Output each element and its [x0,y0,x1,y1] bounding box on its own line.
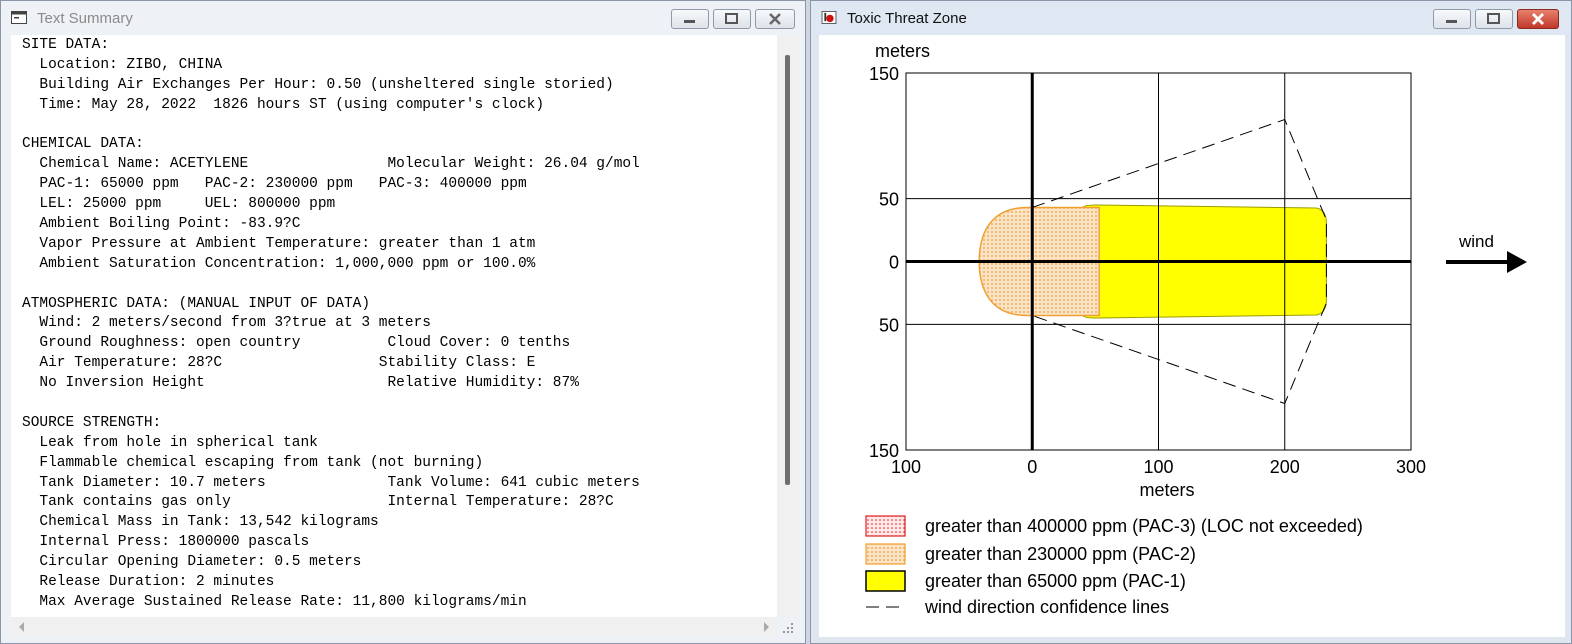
vertical-scrollbar[interactable] [777,35,797,617]
summary-line: Leak from hole in spherical tank [22,434,318,451]
legend-swatch-pac3 [865,515,906,537]
y-tick-label: 150 [869,441,899,461]
wind-label: wind [1458,232,1494,251]
summary-line: SOURCE STRENGTH: [22,414,162,431]
resize-grip-icon[interactable] [781,621,795,635]
minimize-button[interactable] [1433,9,1471,29]
summary-line [22,394,777,414]
title-bar[interactable]: Toxic Threat Zone [811,1,1571,35]
summary-line: Vapor Pressure at Ambient Temperature: g… [22,235,536,252]
summary-line: Time: May 28, 2022 1826 hours ST (using … [22,96,545,113]
close-button[interactable] [1517,9,1559,29]
summary-line: CHEMICAL DATA: [22,136,144,153]
summary-line: PAC-1: 65000 ppm PAC-2: 230000 ppm PAC-3… [22,176,527,193]
window-app-icon [11,11,27,24]
summary-line: ATMOSPHERIC DATA: (MANUAL INPUT OF DATA) [22,295,371,312]
y-tick-label: 50 [879,315,899,335]
horizontal-scrollbar[interactable] [11,617,777,637]
legend-label: greater than 230000 ppm (PAC-2) [925,544,1196,564]
summary-line: Ambient Saturation Concentration: 1,000,… [22,255,536,272]
threat-zone-app-icon [821,11,837,24]
legend-label: greater than 400000 ppm (PAC-3) (LOC not… [925,516,1363,536]
summary-line: Tank Diameter: 10.7 meters Tank Volume: … [22,474,640,491]
summary-line: Release Duration: 2 minutes [22,574,275,591]
summary-line: Wind: 2 meters/second from 3?true at 3 m… [22,315,431,332]
scroll-left-arrow-icon[interactable] [19,622,24,632]
maximize-button[interactable] [713,9,751,29]
x-axis-label: meters [1139,480,1194,500]
summary-line: Max Average Sustained Release Rate: 11,8… [22,593,527,610]
summary-line: Chemical Name: ACETYLENE Molecular Weigh… [22,156,640,173]
y-tick-label: 50 [879,190,899,210]
summary-line: Internal Press: 1800000 pascals [22,534,310,551]
summary-text: SITE DATA: Location: ZIBO, CHINA Buildin… [11,35,777,613]
window-title: Toxic Threat Zone [847,10,967,27]
summary-line: SITE DATA: [22,37,110,53]
window-title: Text Summary [37,10,133,27]
title-bar[interactable]: Text Summary [1,1,805,35]
summary-line: Circular Opening Diameter: 0.5 meters [22,554,362,571]
y-axis-label: meters [875,41,930,61]
summary-line [22,275,777,295]
scrollbar-thumb[interactable] [785,55,790,485]
summary-line: Ground Roughness: open country Cloud Cov… [22,335,571,352]
text-summary-window: Text Summary SITE DATA: Location: ZIBO, … [0,0,806,644]
toxic-threat-zone-window: Toxic Threat Zone meters meters 100 0 10… [810,0,1572,644]
summary-line: Air Temperature: 28?C Stability Class: E [22,355,536,372]
summary-line: Location: ZIBO, CHINA [22,56,223,73]
scroll-right-arrow-icon[interactable] [764,622,769,632]
summary-line: Building Air Exchanges Per Hour: 0.50 (u… [22,76,614,93]
legend-swatch-pac2 [865,543,906,565]
x-tick-label: 0 [1027,457,1037,477]
summary-line: LEL: 25000 ppm UEL: 800000 ppm [22,196,336,213]
legend-swatch-pac1 [865,570,906,592]
legend-label: greater than 65000 ppm (PAC-1) [925,571,1186,591]
minimize-button[interactable] [671,9,709,29]
wind-arrow-icon [1507,251,1527,273]
x-tick-label: 300 [1396,457,1426,477]
threat-zone-plot-area: meters meters 100 0 100 200 300 150 50 0 50 150 wind… [819,35,1565,637]
summary-line [22,116,777,136]
legend-label: wind direction confidence lines [924,597,1169,617]
summary-line: Chemical Mass in Tank: 13,542 kilograms [22,514,379,531]
close-button[interactable] [755,9,795,29]
x-tick-label: 100 [1143,457,1173,477]
x-tick-label: 200 [1270,457,1300,477]
threat-zone-chart: metersmeters100 0 100 200 30015050050150wind… [865,41,1527,617]
y-tick-label: 0 [889,253,899,273]
y-tick-label: 150 [869,64,899,84]
summary-line: No Inversion Height Relative Humidity: 8… [22,375,579,392]
summary-line: Flammable chemical escaping from tank (n… [22,454,484,471]
summary-line: Tank contains gas only Internal Temperat… [22,494,614,511]
summary-text-area[interactable]: SITE DATA: Location: ZIBO, CHINA Buildin… [11,35,777,617]
summary-line: Ambient Boiling Point: -83.9?C [22,216,301,233]
maximize-button[interactable] [1475,9,1513,29]
